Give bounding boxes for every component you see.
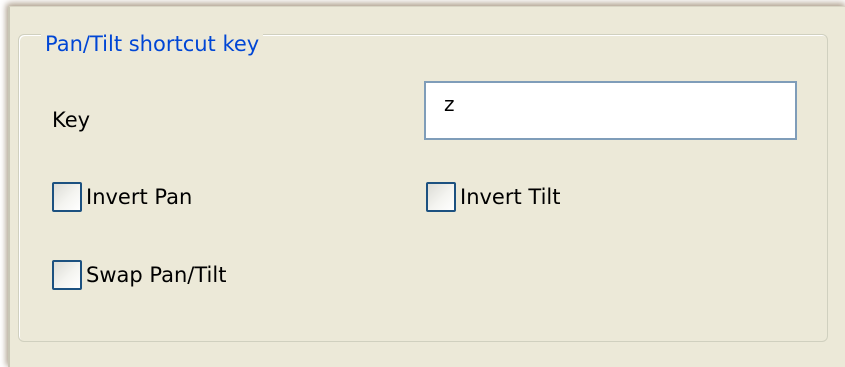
screenshot-stage: Pan/Tilt shortcut key Key z Invert Pan I… (0, 0, 845, 367)
invert-tilt-label[interactable]: Invert Tilt (460, 185, 560, 209)
invert-pan-checkbox-box[interactable] (52, 182, 82, 212)
key-label: Key (52, 108, 91, 132)
invert-pan-label[interactable]: Invert Pan (86, 185, 192, 209)
key-input[interactable]: z (424, 81, 797, 140)
key-input-value: z (444, 92, 455, 116)
invert-tilt-checkbox-box[interactable] (426, 182, 456, 212)
swap-pan-tilt-label[interactable]: Swap Pan/Tilt (86, 263, 226, 287)
invert-tilt-checkbox[interactable]: Invert Tilt (426, 182, 560, 212)
swap-pan-tilt-checkbox-box[interactable] (52, 260, 82, 290)
group-title: Pan/Tilt shortcut key (41, 32, 264, 56)
swap-pan-tilt-checkbox[interactable]: Swap Pan/Tilt (52, 260, 226, 290)
invert-pan-checkbox[interactable]: Invert Pan (52, 182, 192, 212)
